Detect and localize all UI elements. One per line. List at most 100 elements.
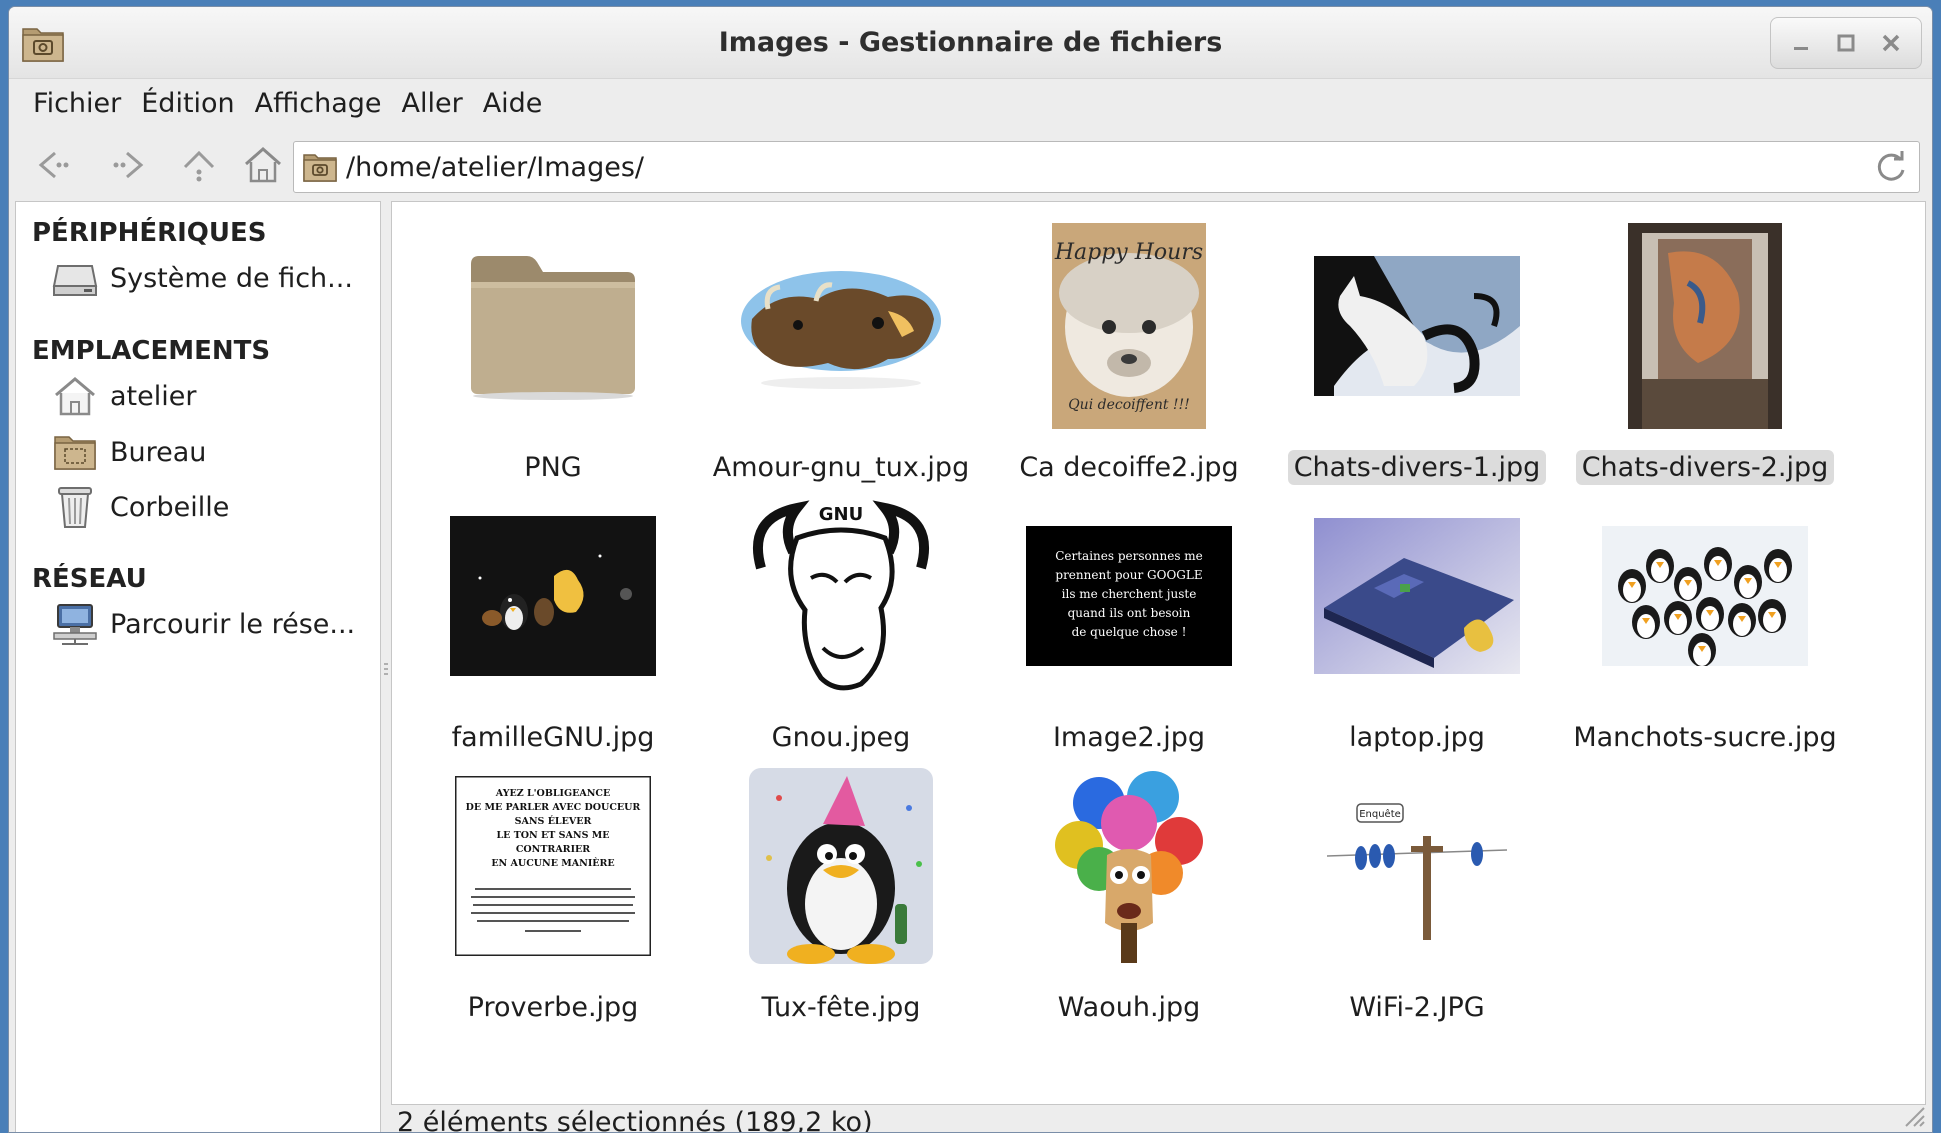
penguin-figure xyxy=(1728,603,1756,637)
pictures-folder-icon xyxy=(303,154,337,182)
status-text: 2 éléments sélectionnés (189,2 ko) xyxy=(397,1106,873,1133)
penguin-figure xyxy=(1734,565,1762,599)
maximize-icon[interactable] xyxy=(1829,26,1863,60)
penguin-figure xyxy=(1646,549,1674,583)
side-pane: PÉRIPHÉRIQUES Système de fich... EMPLACE… xyxy=(15,201,381,1132)
window-controls xyxy=(1770,17,1922,69)
file-item-tux-fete[interactable]: Tux-fête.jpg xyxy=(698,756,984,1026)
penguin-figure xyxy=(1664,601,1692,635)
image-thumbnail: AYEZ L'OBLIGEANCE DE ME PARLER AVEC DOUCE… xyxy=(410,756,696,976)
location-bar[interactable]: /home/atelier/Images/ xyxy=(293,141,1920,193)
icon-view[interactable]: PNG Amour-gnu_tux.jpg Happy Hours Qui de… xyxy=(391,201,1926,1105)
forward-arrow-icon xyxy=(113,151,144,179)
image-thumbnail: GNU xyxy=(698,486,984,706)
menu-aide[interactable]: Aide xyxy=(473,84,553,123)
file-item-ca-decoiffe2[interactable]: Happy Hours Qui decoiffent !!! Ca decoif… xyxy=(986,216,1272,486)
minimize-icon[interactable] xyxy=(1784,26,1818,60)
thumbnail-text-line: SANS ÉLEVER xyxy=(515,815,592,827)
image-thumbnail: Happy Hours Qui decoiffent !!! xyxy=(986,216,1272,436)
window-title: Images - Gestionnaire de fichiers xyxy=(718,27,1223,58)
file-item-wifi-2[interactable]: Enquête WiFi-2.JPG xyxy=(1274,756,1560,1026)
location-path[interactable]: /home/atelier/Images/ xyxy=(346,152,1869,183)
thumbnail-text-line: de quelque chose ! xyxy=(1072,625,1187,639)
file-item-image2[interactable]: Certaines personnes me prennent pour GOOG… xyxy=(986,486,1272,756)
close-icon[interactable] xyxy=(1874,26,1908,60)
sidebar-item-atelier[interactable]: atelier xyxy=(52,372,372,420)
image-thumbnail xyxy=(698,756,984,976)
desktop-folder-icon xyxy=(52,429,98,475)
resize-grip-icon[interactable] xyxy=(1900,1102,1926,1128)
file-item-gnou[interactable]: GNU Gnou.jpeg xyxy=(698,486,984,756)
file-name: Waouh.jpg xyxy=(1057,992,1201,1023)
image-thumbnail xyxy=(1562,486,1848,706)
thumbnail-text-line: EN AUCUNE MANIÈRE xyxy=(491,857,614,869)
sidebar-item-bureau[interactable]: Bureau xyxy=(52,428,372,476)
forward-button[interactable] xyxy=(105,141,153,189)
file-name: Chats-divers-1.jpg xyxy=(1287,450,1547,485)
file-item-waouh[interactable]: Waouh.jpg xyxy=(986,756,1272,1026)
menu-aller[interactable]: Aller xyxy=(392,84,473,123)
file-item-famille-gnu[interactable]: familleGNU.jpg xyxy=(410,486,696,756)
file-name: Proverbe.jpg xyxy=(467,992,639,1023)
title-bar[interactable]: Images - Gestionnaire de fichiers xyxy=(9,7,1932,79)
reload-icon xyxy=(1877,151,1905,181)
image-thumbnail xyxy=(1274,216,1560,436)
home-button[interactable] xyxy=(239,141,287,189)
home-icon xyxy=(245,146,281,183)
file-item-manchots-sucre[interactable]: Manchots-sucre.jpg xyxy=(1562,486,1848,756)
penguin-figure xyxy=(1758,599,1786,633)
up-arrow-icon xyxy=(183,150,215,182)
thumbnail-caption: Qui decoiffent !!! xyxy=(1068,397,1190,413)
file-item-proverbe[interactable]: AYEZ L'OBLIGEANCE DE ME PARLER AVEC DOUCE… xyxy=(410,756,696,1026)
back-arrow-icon xyxy=(38,151,69,179)
file-item-chats-divers-2[interactable]: Chats-divers-2.jpg xyxy=(1562,216,1848,486)
reload-button[interactable] xyxy=(1869,145,1913,189)
sidebar-item-corbeille[interactable]: Corbeille xyxy=(52,483,372,531)
thumbnail-text: GNU xyxy=(819,504,863,525)
trash-icon xyxy=(52,484,98,530)
thumbnail-text-line: ils me cherchent juste xyxy=(1062,587,1197,601)
penguin-figure xyxy=(1696,597,1724,631)
file-name: WiFi-2.JPG xyxy=(1349,992,1485,1023)
up-button[interactable] xyxy=(175,141,223,189)
sidebar-item-filesystem[interactable]: Système de fich... xyxy=(52,254,372,302)
thumbnail-text-line: AYEZ L'OBLIGEANCE xyxy=(495,788,610,799)
section-heading-places: EMPLACEMENTS xyxy=(32,336,271,366)
file-item-amour-gnu-tux[interactable]: Amour-gnu_tux.jpg xyxy=(698,216,984,486)
folder-icon xyxy=(410,216,696,436)
image-thumbnail xyxy=(410,486,696,706)
file-item-laptop[interactable]: laptop.jpg xyxy=(1274,486,1560,756)
thumbnail-text-line: Certaines personnes me xyxy=(1055,549,1203,563)
thumbnail-text-line: quand ils ont besoin xyxy=(1068,606,1191,620)
pane-splitter[interactable] xyxy=(381,201,391,1132)
menu-affichage[interactable]: Affichage xyxy=(245,84,392,123)
penguin-figure xyxy=(1618,569,1646,603)
file-name: Ca decoiffe2.jpg xyxy=(1019,452,1239,483)
thumbnail-text-line: LE TON ET SANS ME xyxy=(496,830,609,841)
sidebar-item-label: Bureau xyxy=(110,436,207,468)
image-thumbnail: Enquête xyxy=(1274,756,1560,976)
image-thumbnail: Certaines personnes me prennent pour GOOG… xyxy=(986,486,1272,706)
file-name: Gnou.jpeg xyxy=(771,722,911,753)
menu-edition[interactable]: Édition xyxy=(131,84,244,123)
file-item-png[interactable]: PNG xyxy=(410,216,696,486)
file-manager-window: Images - Gestionnaire de fichiers Fichie… xyxy=(8,6,1933,1133)
back-button[interactable] xyxy=(29,141,77,189)
sidebar-item-network[interactable]: Parcourir le rése... xyxy=(52,600,372,648)
thumbnail-text-line: CONTRARIER xyxy=(516,844,590,855)
file-name: Chats-divers-2.jpg xyxy=(1575,450,1835,485)
toolbar: /home/atelier/Images/ xyxy=(9,127,1932,199)
file-name: Tux-fête.jpg xyxy=(761,992,921,1023)
thumbnail-text-line: DE ME PARLER AVEC DOUCEUR xyxy=(466,802,641,813)
file-item-chats-divers-1[interactable]: Chats-divers-1.jpg xyxy=(1274,216,1560,486)
sidebar-item-label: atelier xyxy=(110,380,197,412)
sidebar-item-label: Corbeille xyxy=(110,491,230,523)
image-thumbnail xyxy=(698,216,984,436)
file-name: Image2.jpg xyxy=(1052,722,1206,753)
menu-bar: Fichier Édition Affichage Aller Aide xyxy=(9,79,1932,127)
thumbnail-text-line: prennent pour GOOGLE xyxy=(1055,568,1202,582)
menu-fichier[interactable]: Fichier xyxy=(23,84,131,123)
section-heading-network: RÉSEAU xyxy=(32,564,147,594)
thumbnail-text: Happy Hours xyxy=(1054,240,1203,265)
image-thumbnail xyxy=(986,756,1272,976)
